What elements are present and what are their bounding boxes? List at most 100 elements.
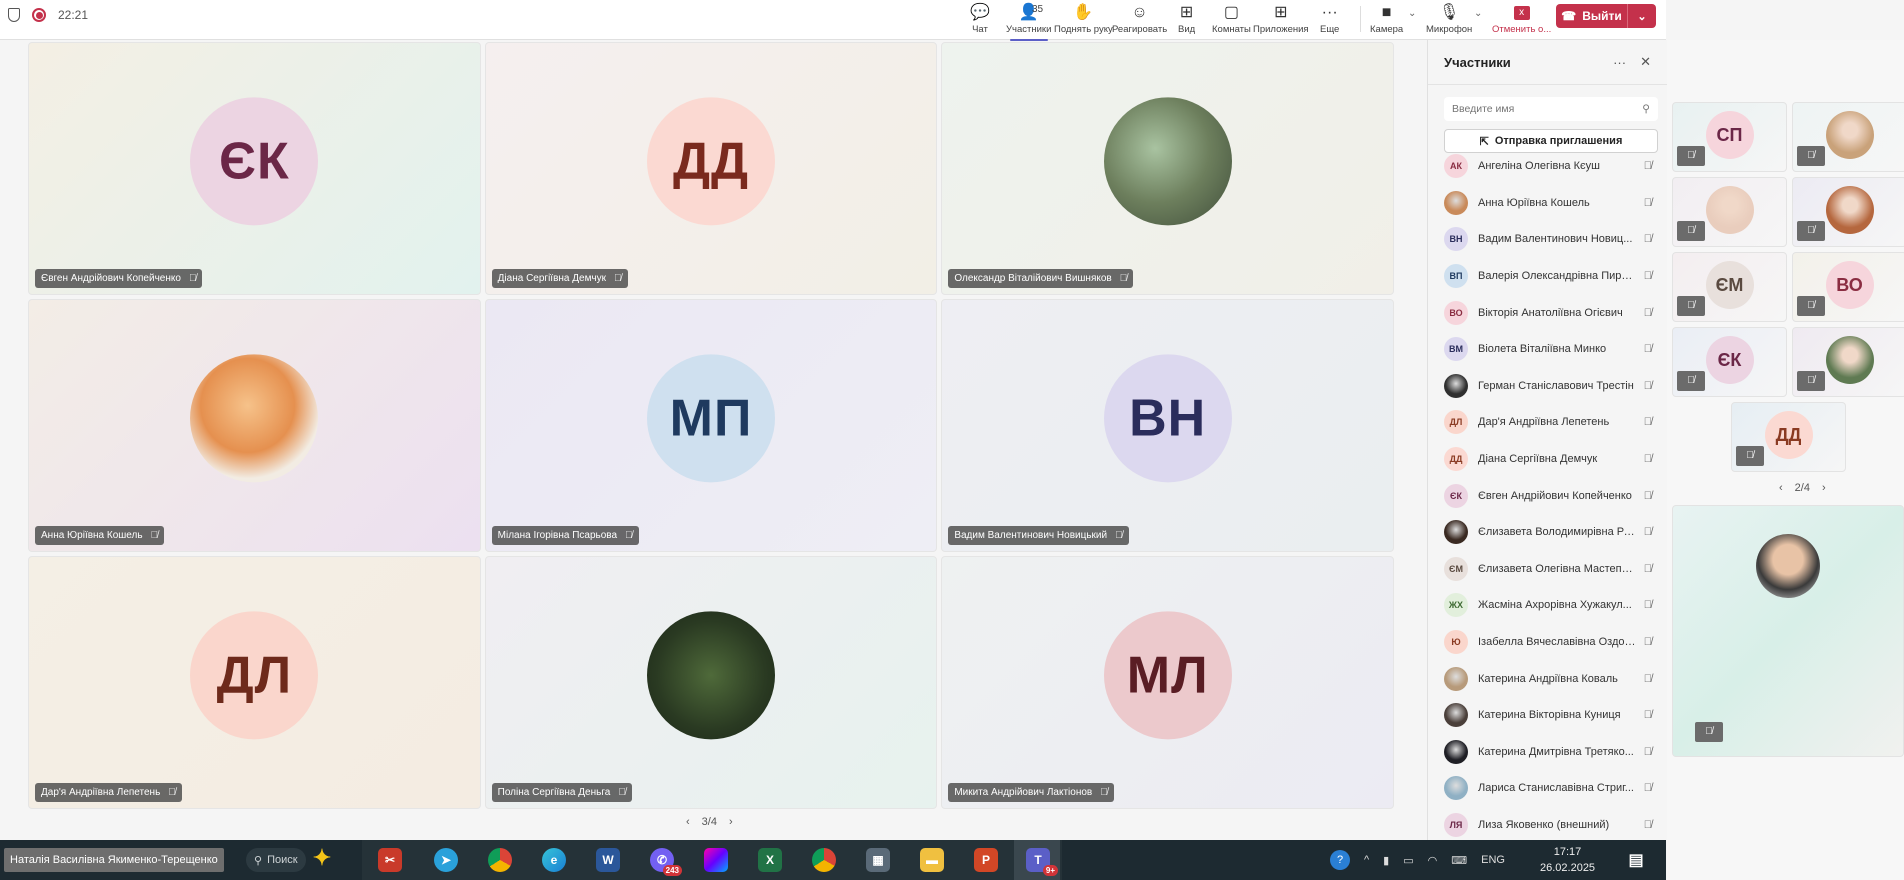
teams-icon[interactable]: T 9+ — [1026, 848, 1058, 876]
participant-search[interactable]: ⚲ — [1444, 97, 1658, 121]
copilot-icon[interactable] — [704, 848, 728, 872]
telegram-icon[interactable]: ➤ — [434, 848, 458, 872]
gallery-tile[interactable]: ЄМ 🎙̸ — [1672, 252, 1787, 322]
view-button[interactable]: ⊞ Вид — [1178, 2, 1195, 35]
next-page-icon[interactable]: › — [729, 816, 733, 828]
avatar — [1444, 739, 1468, 764]
camera-options-chevron-icon[interactable]: ⌄ — [1408, 8, 1416, 19]
video-tile[interactable]: Олександр Віталійович Вишняков 🎙̸ — [941, 42, 1394, 295]
more-options-icon[interactable]: ··· — [1613, 55, 1626, 70]
app-icon[interactable]: ✂ — [378, 848, 402, 872]
participant-name: Діана Сергіївна Демчук — [1478, 453, 1598, 466]
muted-mic-icon: 🎙̸ — [1643, 416, 1652, 429]
calculator-icon[interactable]: ▦ — [866, 848, 890, 872]
taskbar-search[interactable]: ⚲ Поиск — [246, 848, 306, 872]
microphone-button[interactable]: 🎙 Микрофон — [1426, 2, 1472, 35]
chevron-up-icon[interactable]: ^ — [1364, 854, 1369, 866]
participant-item[interactable]: ВН Вадим Валентинович Новиц... 🎙̸ — [1428, 221, 1668, 258]
participant-name: Євген Андрійович Копейченко — [41, 273, 181, 284]
participant-list[interactable]: АК Ангеліна Олегівна Кєуш 🎙̸ Анна Юріївна К… — [1428, 148, 1668, 838]
copilot-sparkle-icon[interactable]: ✦ — [310, 845, 334, 870]
edge-icon[interactable]: e — [542, 848, 566, 872]
close-panel-icon[interactable]: ✕ — [1640, 54, 1651, 70]
gallery-tile[interactable]: СП 🎙̸ — [1672, 102, 1787, 172]
participant-item[interactable]: АК Ангеліна Олегівна Кєуш 🎙̸ — [1428, 148, 1668, 185]
muted-mic-icon: 🎙̸ — [1677, 296, 1705, 316]
gallery-tile[interactable]: 🎙̸ — [1792, 177, 1904, 247]
search-input[interactable] — [1452, 103, 1643, 115]
participant-item[interactable]: ВО Вікторія Анатоліївна Огієвич 🎙̸ — [1428, 294, 1668, 331]
avatar — [1444, 520, 1468, 545]
powerpoint-icon[interactable]: P — [974, 848, 998, 872]
participants-button[interactable]: 👤 35 Участники — [1006, 2, 1051, 41]
participant-item[interactable]: Герман Станіславович Трестін 🎙̸ — [1428, 368, 1668, 405]
leave-button[interactable]: ☎ Выйти ⌄ — [1556, 4, 1656, 28]
participant-item[interactable]: ЄК Євген Андрійович Копейченко 🎙̸ — [1428, 477, 1668, 514]
video-tile[interactable]: Поліна Сергіївна Деньга 🎙̸ — [484, 556, 938, 809]
gallery-tile[interactable]: 🎙̸ — [1792, 102, 1904, 172]
video-tile[interactable]: ДД Діана Сергіївна Демчук 🎙̸ — [484, 42, 938, 295]
self-video-tile[interactable]: 🎙̸ — [1672, 505, 1904, 757]
chrome-icon[interactable] — [488, 848, 512, 872]
send-invite-button[interactable]: ⇱ Отправка приглашения — [1444, 129, 1658, 153]
rooms-button[interactable]: ▢ Комнаты — [1212, 2, 1251, 35]
participant-name: Ізабелла Вячеславівна Оздоба — [1478, 636, 1636, 649]
mic-options-chevron-icon[interactable]: ⌄ — [1474, 8, 1482, 19]
wifi-icon[interactable]: ◠ — [1428, 854, 1438, 867]
participant-item[interactable]: ЖХ Жасміна Ахрорівна Хужакул... 🎙̸ — [1428, 587, 1668, 624]
muted-mic-icon: 🎙̸ — [1100, 787, 1108, 798]
language-indicator[interactable]: ENG — [1481, 854, 1505, 866]
avatar: ДЛ — [190, 610, 319, 739]
participant-item[interactable]: ВМ Віолета Віталіївна Минко 🎙̸ — [1428, 331, 1668, 368]
react-button[interactable]: ☺ Реагировать — [1112, 2, 1167, 35]
participant-item[interactable]: Єлизавета Володимирівна Ро... 🎙̸ — [1428, 514, 1668, 551]
apps-button[interactable]: ⊞ Приложения — [1253, 2, 1309, 35]
video-tile[interactable]: ДЛ Дар'я Андріївна Лепетень 🎙̸ — [28, 556, 481, 809]
video-tile[interactable]: Анна Юріївна Кошель 🎙̸ — [28, 299, 481, 552]
gallery-tile[interactable]: ВО 🎙̸ — [1792, 252, 1904, 322]
name-label: Мілана Ігорівна Псарьова 🎙̸ — [491, 526, 639, 545]
notifications-icon[interactable]: ▤ — [1624, 848, 1648, 872]
gallery-tile[interactable]: ДД 🎙̸ — [1731, 402, 1846, 472]
leave-options-chevron-icon[interactable]: ⌄ — [1628, 10, 1656, 23]
help-icon[interactable]: ? — [1330, 850, 1350, 870]
video-tile[interactable]: ЄК Євген Андрійович Копейченко 🎙̸ — [28, 42, 481, 295]
chat-button[interactable]: 💬 Чат — [970, 2, 990, 35]
participant-item[interactable]: Ю Ізабелла Вячеславівна Оздоба 🎙̸ — [1428, 624, 1668, 661]
next-page-icon[interactable]: › — [1822, 482, 1826, 494]
participant-item[interactable]: Катерина Дмитрівна Третяко... 🎙̸ — [1428, 734, 1668, 771]
avatar: МП — [646, 353, 775, 482]
camera-button[interactable]: ■ Камера — [1370, 2, 1403, 35]
excel-icon[interactable]: X — [758, 848, 782, 872]
gallery-tile[interactable]: 🎙̸ — [1792, 327, 1904, 397]
prev-page-icon[interactable]: ‹ — [1779, 482, 1783, 494]
muted-mic-icon: 🎙̸ — [1797, 146, 1825, 166]
participant-item[interactable]: ЛЯ Лиза Яковенко (внешний) 🎙̸ — [1428, 807, 1668, 838]
participant-item[interactable]: ДД Діана Сергіївна Демчук 🎙̸ — [1428, 441, 1668, 478]
participant-item[interactable]: Катерина Андріївна Коваль 🎙̸ — [1428, 660, 1668, 697]
word-icon[interactable]: W — [596, 848, 620, 872]
raise-hand-button[interactable]: ✋ Поднять руку — [1054, 2, 1113, 35]
participant-item[interactable]: ВП Валерія Олександрівна Пиро... 🎙̸ — [1428, 258, 1668, 295]
usb-icon[interactable]: ▮ — [1383, 854, 1389, 867]
participant-item[interactable]: Анна Юріївна Кошель 🎙̸ — [1428, 185, 1668, 222]
video-tile[interactable]: МП Мілана Ігорівна Псарьова 🎙̸ — [484, 299, 938, 552]
participant-item[interactable]: Катерина Вікторівна Куниця 🎙̸ — [1428, 697, 1668, 734]
participant-item[interactable]: Лариса Станиславівна Стриг... 🎙̸ — [1428, 770, 1668, 807]
clock[interactable]: 17:17 26.02.2025 — [1540, 844, 1595, 876]
gallery-tile[interactable]: ЄК 🎙̸ — [1672, 327, 1787, 397]
video-tile[interactable]: ВН Вадим Валентинович Новицький 🎙̸ — [941, 299, 1394, 552]
chrome-profile-icon[interactable] — [812, 848, 836, 872]
file-explorer-icon[interactable]: ▬ — [920, 848, 944, 872]
viber-icon[interactable]: ✆ 243 — [650, 848, 682, 876]
more-button[interactable]: ··· Еще — [1320, 2, 1339, 35]
participant-item[interactable]: ЄМ Єлизавета Олегівна Мастепа... 🎙̸ — [1428, 551, 1668, 588]
video-tile[interactable]: МЛ Микита Андрійович Лактіонов 🎙̸ — [941, 556, 1394, 809]
cancel-button[interactable]: x Отменить о... — [1492, 2, 1551, 35]
prev-page-icon[interactable]: ‹ — [686, 816, 690, 828]
gallery-tile[interactable]: 🎙̸ — [1672, 177, 1787, 247]
participant-name: Лиза Яковенко (внешний) — [1478, 818, 1610, 831]
battery-icon[interactable]: ▭ — [1403, 854, 1413, 867]
participant-item[interactable]: ДЛ Дар'я Андріївна Лепетень 🎙̸ — [1428, 404, 1668, 441]
keyboard-icon[interactable]: ⌨ — [1451, 854, 1467, 867]
